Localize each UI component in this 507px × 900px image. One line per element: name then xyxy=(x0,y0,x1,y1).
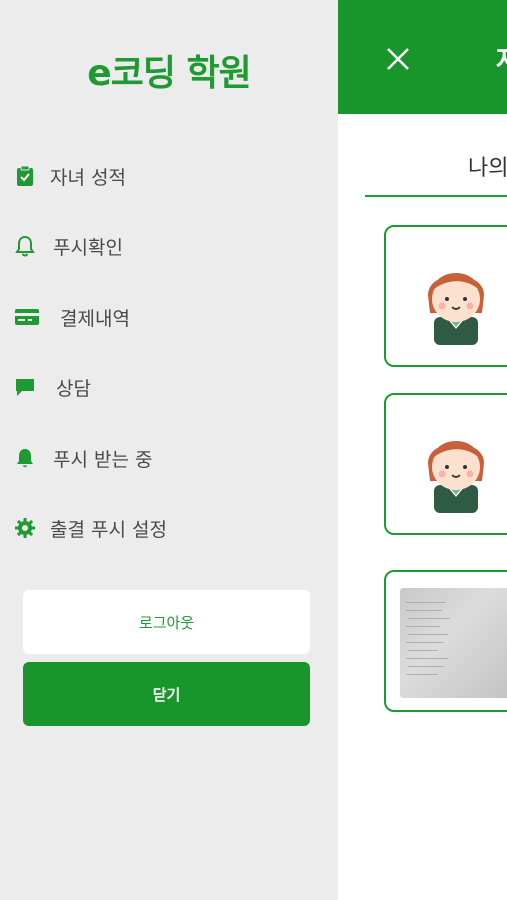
menu-item-push-receiving[interactable]: 푸시 받는 중 xyxy=(0,432,338,484)
tab-underline xyxy=(365,195,507,197)
header-title: 자 xyxy=(496,40,507,77)
menu-item-label: 결제내역 xyxy=(60,307,130,330)
menu-item-label: 상담 xyxy=(56,377,91,400)
logout-button[interactable]: 로그아웃 xyxy=(23,590,310,654)
menu-item-payments[interactable]: 결제내역 xyxy=(0,291,338,343)
tab-my[interactable]: 나의 xyxy=(468,150,507,182)
student-card[interactable] xyxy=(384,570,507,712)
credit-card-icon xyxy=(14,306,40,328)
main-content: 자 나의 xyxy=(338,0,507,900)
student-avatar-icon xyxy=(428,273,484,345)
app-header: 자 xyxy=(338,0,507,114)
bell-outline-icon xyxy=(14,235,36,257)
close-icon[interactable] xyxy=(385,46,411,72)
student-photo xyxy=(400,588,507,698)
clipboard-check-icon xyxy=(14,165,36,187)
menu-item-label: 자녀 성적 xyxy=(50,166,126,189)
chat-bubble-icon xyxy=(14,376,36,398)
menu-item-label: 푸시 받는 중 xyxy=(53,448,153,471)
bell-filled-icon xyxy=(14,447,36,469)
student-card[interactable] xyxy=(384,393,507,535)
menu-item-label: 출결 푸시 설정 xyxy=(50,518,167,541)
navigation-drawer: e코딩 학원 자녀 성적 푸시확인 결제내역 상담 푸시 받는 중 출결 푸시 … xyxy=(0,0,338,900)
brand-title: e코딩 학원 xyxy=(87,53,251,94)
menu-item-grades[interactable]: 자녀 성적 xyxy=(0,150,338,202)
menu-item-consult[interactable]: 상담 xyxy=(0,361,338,413)
close-drawer-button[interactable]: 닫기 xyxy=(23,662,310,726)
menu-item-push-check[interactable]: 푸시확인 xyxy=(0,220,338,272)
gear-icon xyxy=(14,517,36,539)
student-avatar-icon xyxy=(428,441,484,513)
student-card[interactable] xyxy=(384,225,507,367)
menu-item-label: 푸시확인 xyxy=(53,236,123,259)
menu-item-attendance-push-settings[interactable]: 출결 푸시 설정 xyxy=(0,502,338,554)
